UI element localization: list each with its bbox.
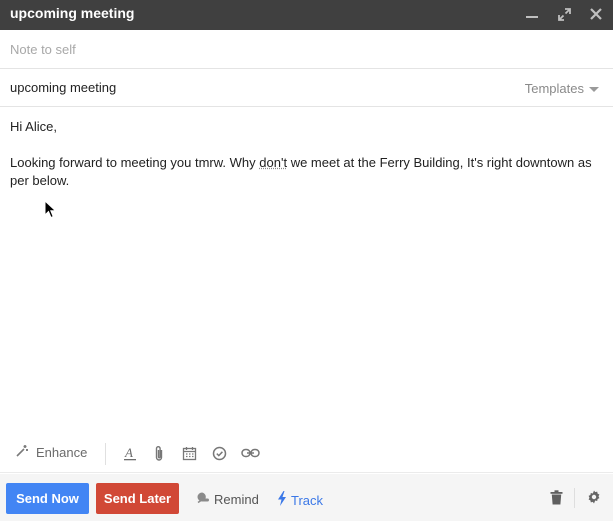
enhance-button[interactable]: Enhance <box>15 444 87 461</box>
track-label: Track <box>291 492 324 508</box>
remind-button[interactable]: Remind <box>196 491 259 507</box>
toolbar-divider <box>105 443 106 465</box>
gear-icon[interactable] <box>587 490 601 509</box>
track-button[interactable]: Track <box>277 491 323 509</box>
action-bar-divider <box>574 488 575 508</box>
templates-label: Templates <box>524 81 584 96</box>
text-format-icon[interactable]: A <box>121 444 139 462</box>
body-text-part1: Looking forward to meeting you tmrw. Why <box>10 155 260 170</box>
recipients-placeholder: Note to self <box>10 42 76 57</box>
trash-icon[interactable] <box>550 490 563 510</box>
attach-icon[interactable] <box>150 444 168 462</box>
remind-label: Remind <box>214 491 259 507</box>
body-paragraph: Looking forward to meeting you tmrw. Why… <box>10 154 602 190</box>
subject-text: upcoming meeting <box>10 80 117 95</box>
formatting-toolbar: Enhance A <box>0 436 613 473</box>
misspelled-word: don't <box>259 155 288 170</box>
compose-action-bar: Send Now Send Later Remind Track <box>0 474 613 521</box>
remind-icon <box>196 491 209 507</box>
svg-text:A: A <box>124 445 133 460</box>
compose-titlebar[interactable]: upcoming meeting <box>0 0 613 30</box>
link-icon[interactable] <box>240 444 260 462</box>
templates-dropdown[interactable]: Templates <box>525 81 599 96</box>
expand-icon[interactable] <box>557 5 571 23</box>
send-later-button[interactable]: Send Later <box>96 483 179 514</box>
mouse-pointer-icon <box>44 199 57 224</box>
subject-field[interactable]: upcoming meeting Templates <box>0 69 613 107</box>
calendar-icon[interactable] <box>180 444 198 462</box>
greeting-line: Hi Alice, <box>10 119 57 134</box>
checkmark-icon[interactable] <box>210 444 228 462</box>
minimize-icon[interactable] <box>525 5 539 23</box>
recipients-field[interactable]: Note to self <box>0 30 613 69</box>
message-body[interactable]: Hi Alice, Looking forward to meeting you… <box>10 118 602 208</box>
send-now-button[interactable]: Send Now <box>6 483 89 514</box>
compose-title: upcoming meeting <box>10 5 135 21</box>
enhance-label: Enhance <box>36 445 88 460</box>
bolt-icon <box>277 491 287 509</box>
window-controls <box>525 5 603 23</box>
chevron-down-icon <box>589 86 599 92</box>
magic-wand-icon <box>15 444 29 461</box>
close-icon[interactable] <box>589 5 603 23</box>
